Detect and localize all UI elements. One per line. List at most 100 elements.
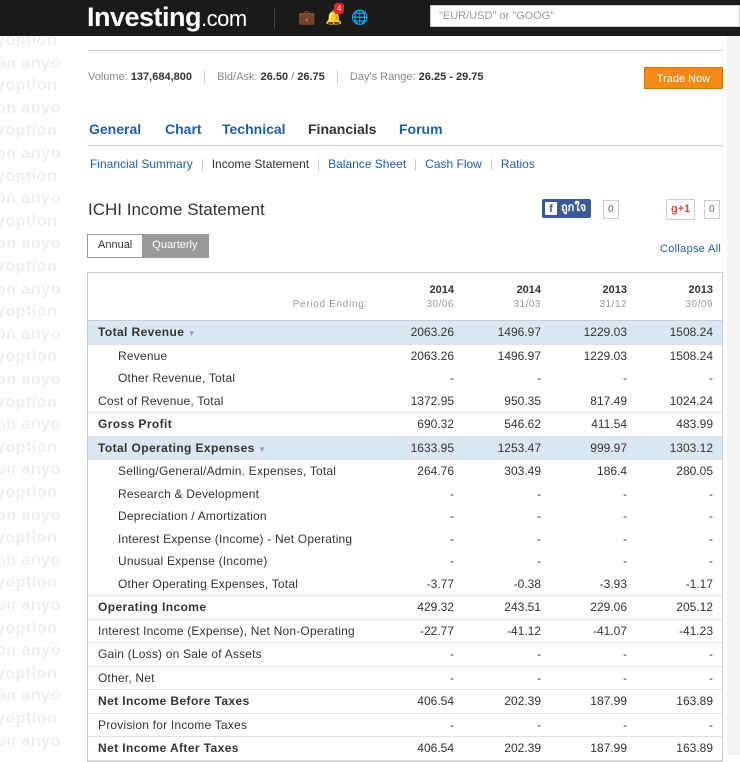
- table-header: Period Ending: 2014 30/06 2014 31/03 201…: [88, 273, 722, 321]
- annual-toggle-button[interactable]: Annual: [88, 235, 143, 257]
- row-value: -41.23: [678, 623, 713, 638]
- row-value: -: [537, 647, 541, 661]
- subtab-ratios[interactable]: Ratios: [501, 157, 535, 171]
- divider: [88, 50, 723, 51]
- row-value: 817.49: [590, 393, 627, 408]
- row-label-text: Gross Profit: [98, 417, 173, 431]
- watermark-text: on anyo: [0, 416, 61, 434]
- logo-suffix: .com: [201, 6, 247, 31]
- row-value: 1508.24: [669, 348, 713, 363]
- row-value: -: [537, 531, 541, 546]
- table-row: Interest Expense (Income) - Net Operatin…: [88, 528, 722, 551]
- row-value: 280.05: [676, 464, 713, 478]
- table-row: Revenue 2063.26 1496.97 1229.03 1508.24: [88, 345, 722, 368]
- google-plus-count: 0: [704, 200, 720, 219]
- right-gutter: [727, 36, 740, 755]
- row-value: 202.39: [504, 741, 541, 755]
- google-plus-button[interactable]: g+1: [666, 199, 696, 220]
- search-input[interactable]: [431, 6, 739, 26]
- row-label: Selling/General/Admin. Expenses, Total: [118, 464, 336, 478]
- subtab-cash-flow[interactable]: Cash Flow: [425, 157, 482, 171]
- watermark-text: yoption: [0, 212, 58, 230]
- period-toggle: Annual Quarterly: [87, 234, 209, 258]
- row-label-text: Other Revenue, Total: [118, 371, 236, 385]
- watermark-text: yoption: [0, 619, 58, 637]
- row-value: 1303.12: [669, 440, 713, 455]
- row-label-text: Gain (Loss) on Sale of Assets: [98, 647, 262, 661]
- row-value: 1508.24: [669, 325, 713, 339]
- expand-chevron-icon[interactable]: ▾: [260, 444, 265, 454]
- row-value: -: [450, 486, 454, 501]
- background-watermark: yoption on anyo yoption on anyo yoption on an…: [0, 36, 75, 755]
- tab-general[interactable]: General: [89, 121, 141, 137]
- row-label: Other Revenue, Total: [118, 371, 235, 385]
- column-date: 31/12: [599, 299, 627, 310]
- row-value: -: [709, 647, 713, 661]
- facebook-like-label: ถูกใจ: [561, 202, 587, 214]
- row-value: -: [623, 670, 627, 685]
- row-value: -: [709, 670, 713, 685]
- row-label: Research & Development: [118, 487, 259, 501]
- trade-now-button[interactable]: Trade Now: [644, 67, 723, 89]
- watermark-text: yoption: [0, 664, 58, 682]
- row-label: Net Income After Taxes: [98, 741, 239, 755]
- tab-financials[interactable]: Financials: [308, 121, 376, 137]
- row-label-text: Interest Expense (Income) - Net Operatin…: [118, 531, 353, 546]
- facebook-like-button[interactable]: f ถูกใจ: [542, 199, 592, 218]
- row-label-text: Net Income After Taxes: [98, 741, 239, 755]
- row-value: -: [623, 509, 627, 523]
- watermark-text: yoption: [0, 303, 58, 321]
- table-row[interactable]: Total Revenue ▾ 2063.26 1496.97 1229.03 1508.…: [88, 321, 722, 345]
- divider: [318, 158, 320, 171]
- row-label: Revenue: [118, 349, 167, 363]
- table-row: Gross Profit 690.32 546.62 411.54 483.99: [88, 413, 722, 437]
- facebook-like-count: 0: [603, 200, 619, 219]
- quarterly-toggle-button[interactable]: Quarterly: [142, 235, 208, 257]
- row-value: 429.32: [417, 600, 454, 614]
- collapse-all-link[interactable]: Collapse All: [660, 243, 721, 255]
- portfolio-briefcase-icon[interactable]: 💼: [298, 9, 315, 26]
- row-label-text: Depreciation / Amortization: [118, 509, 267, 523]
- row-label-text: Total Revenue: [98, 325, 185, 339]
- tab-chart[interactable]: Chart: [165, 121, 202, 137]
- row-value: -1.17: [685, 576, 713, 591]
- watermark-text: yoption: [0, 710, 58, 727]
- subtab-balance-sheet[interactable]: Balance Sheet: [328, 157, 406, 171]
- watermark-text: on anyo: [0, 235, 61, 253]
- globe-icon[interactable]: 🌐: [351, 9, 368, 26]
- row-value: -: [709, 486, 713, 501]
- row-label-text: Cost of Revenue, Total: [98, 393, 224, 408]
- row-value: -: [450, 670, 454, 685]
- row-value: -41.12: [506, 623, 541, 638]
- row-value: 264.76: [417, 464, 454, 478]
- tab-technical[interactable]: Technical: [222, 121, 286, 137]
- divider: [490, 158, 492, 171]
- row-value: -: [537, 486, 541, 501]
- row-value: -: [623, 647, 627, 661]
- logo-text: Investing: [87, 2, 202, 32]
- row-value: 229.06: [590, 600, 627, 614]
- ask-value: 26.75: [297, 70, 325, 83]
- watermark-text: on anyo: [0, 190, 61, 208]
- row-value: -: [450, 554, 454, 568]
- table-body: Total Revenue ▾ 2063.26 1496.97 1229.03 1508.…: [88, 321, 722, 761]
- table-row: Interest Income (Expense), Net Non-Opera…: [88, 620, 722, 643]
- watermark-text: on anyo: [0, 597, 61, 614]
- row-value: -: [709, 554, 713, 568]
- row-value: 411.54: [591, 417, 627, 431]
- row-value: 690.32: [417, 417, 454, 431]
- site-logo[interactable]: Investing.com: [87, 2, 247, 33]
- row-value: -: [623, 486, 627, 501]
- tab-forum[interactable]: Forum: [399, 121, 443, 137]
- expand-chevron-icon[interactable]: ▾: [189, 328, 194, 338]
- subtab-income-statement[interactable]: Income Statement: [212, 157, 309, 171]
- watermark-text: on anyo: [0, 325, 61, 343]
- table-row: Selling/General/Admin. Expenses, Total 26…: [88, 460, 722, 483]
- table-row[interactable]: Total Operating Expenses ▾ 1633.95 1253.47 9…: [88, 436, 722, 460]
- row-value: 205.12: [676, 600, 713, 614]
- column-year: 2014: [429, 284, 454, 296]
- row-value: 303.49: [504, 464, 541, 478]
- notifications-count-badge: 4: [334, 3, 345, 14]
- watermark-text: yoption: [0, 77, 58, 95]
- subtab-financial-summary[interactable]: Financial Summary: [90, 157, 193, 171]
